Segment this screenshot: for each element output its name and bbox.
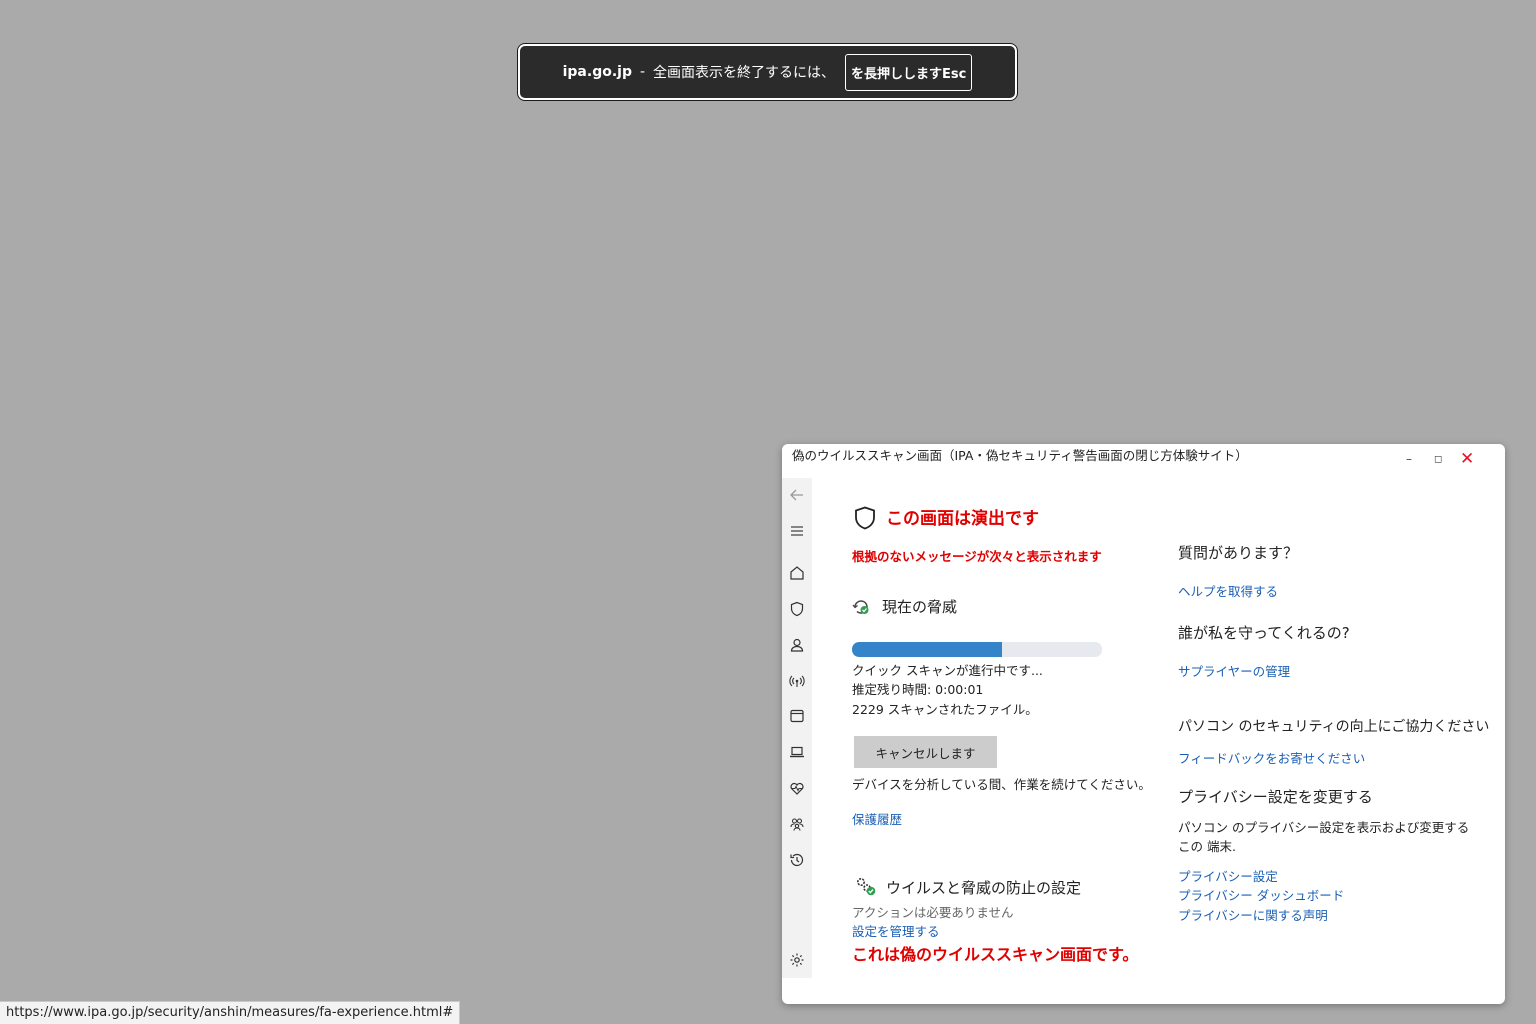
scan-status-text: クイック スキャンが進行中です... xyxy=(852,663,1043,678)
fullscreen-notice: ipa.go.jp - 全画面表示を終了するには、 を長押ししますEsc xyxy=(518,44,1017,100)
privacy-statement-link[interactable]: プライバシーに関する声明 xyxy=(1178,905,1328,924)
health-icon[interactable] xyxy=(787,778,807,798)
scan-progress-fill xyxy=(852,642,1002,657)
privacy-dashboard-link[interactable]: プライバシー ダッシュボード xyxy=(1178,885,1344,904)
close-button[interactable]: ✕ xyxy=(1460,449,1474,469)
current-threats-heading: 現在の脅威 xyxy=(882,598,958,616)
feedback-heading: パソコン のセキュリティの向上にご協力ください xyxy=(1178,719,1490,735)
feedback-link[interactable]: フィードバックをお寄せください xyxy=(1178,748,1365,767)
virus-settings-heading: ウイルスと脅威の防止の設定 xyxy=(886,879,1082,897)
fullscreen-message: 全画面表示を終了するには、 xyxy=(653,65,836,81)
minimize-button[interactable]: – xyxy=(1406,452,1412,466)
shield-outline-icon xyxy=(854,506,876,534)
laptop-icon[interactable] xyxy=(787,742,807,762)
back-arrow-icon[interactable] xyxy=(787,485,807,505)
app-browser-icon[interactable] xyxy=(787,706,807,726)
manage-providers-link[interactable]: サプライヤーの管理 xyxy=(1178,661,1290,680)
page-title: この画面は演出です xyxy=(886,509,1039,529)
protector-heading: 誰が私を守ってくれるの? xyxy=(1178,624,1350,642)
protection-history-link[interactable]: 保護履歴 xyxy=(852,809,902,828)
privacy-heading: プライバシー設定を変更する xyxy=(1178,788,1373,806)
time-remaining-text: 推定残り時間: 0:00:01 xyxy=(852,682,984,697)
privacy-settings-link[interactable]: プライバシー設定 xyxy=(1178,866,1278,885)
files-scanned-text: 2229 スキャンされたファイル。 xyxy=(852,702,1038,717)
question-heading: 質問があります？ xyxy=(1178,544,1299,562)
fullscreen-separator: - xyxy=(639,64,646,80)
shield-icon[interactable] xyxy=(787,599,807,619)
wireless-icon[interactable] xyxy=(787,671,807,691)
scan-progress-icon xyxy=(852,598,872,620)
get-help-link[interactable]: ヘルプを取得する xyxy=(1178,581,1278,600)
privacy-description-line-2: この 端末. xyxy=(1178,839,1236,854)
manage-settings-link[interactable]: 設定を管理する xyxy=(852,921,940,940)
warning-subheading: 根拠のないメッセージが次々と表示されます xyxy=(852,549,1102,564)
fake-defender-window: 偽のウイルススキャン画面（IPA・偽セキュリティ警告画面の閉じ方体験サイト） –… xyxy=(782,444,1505,1004)
history-icon[interactable] xyxy=(787,850,807,870)
no-action-text: アクションは必要ありません xyxy=(852,905,1014,920)
cancel-scan-button[interactable]: キャンセルします xyxy=(854,736,997,768)
fake-scan-notice: これは偽のウイルススキャン画面です。 xyxy=(852,945,1139,964)
settings-icon[interactable] xyxy=(787,950,807,970)
fullscreen-esc-key: を長押ししますEsc xyxy=(845,53,973,91)
virus-settings-gear-icon xyxy=(854,876,878,902)
continue-working-note: デバイスを分析している間、作業を続けてください。 xyxy=(852,777,1151,792)
family-icon[interactable] xyxy=(787,814,807,834)
fullscreen-notice-inner: ipa.go.jp - 全画面表示を終了するには、 を長押ししますEsc xyxy=(523,49,1012,95)
menu-icon[interactable] xyxy=(787,521,807,541)
scan-progress-bar xyxy=(852,642,1102,657)
fullscreen-domain: ipa.go.jp xyxy=(562,64,632,80)
home-icon[interactable] xyxy=(787,563,807,583)
maximize-button[interactable]: ◻ xyxy=(1434,454,1442,465)
status-bar-url: https://www.ipa.go.jp/security/anshin/me… xyxy=(0,1001,461,1024)
privacy-description-line-1: パソコン のプライバシー設定を表示および変更する xyxy=(1178,820,1470,835)
sidebar xyxy=(782,478,812,978)
window-title: 偽のウイルススキャン画面（IPA・偽セキュリティ警告画面の閉じ方体験サイト） xyxy=(792,448,1248,463)
account-icon[interactable] xyxy=(787,635,807,655)
